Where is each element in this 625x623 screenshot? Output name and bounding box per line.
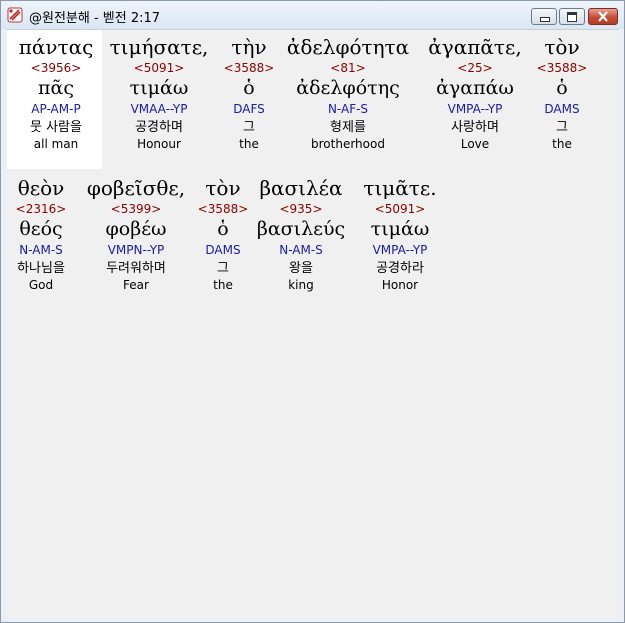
strong-number[interactable]: <5091>	[110, 62, 209, 76]
window-title: @원전분해 - 벧전 2:17	[29, 11, 161, 26]
english-gloss: king	[288, 278, 314, 292]
strong-number[interactable]: <25>	[428, 62, 521, 76]
greek-word: θεὸν	[17, 176, 65, 200]
morphology: N-AF-S	[327, 102, 369, 116]
greek-word: πάντας	[18, 35, 94, 59]
greek-word: ἀγαπᾶτε,	[428, 35, 522, 59]
english-gloss: Honour	[137, 137, 181, 151]
korean-gloss: 그	[217, 261, 229, 276]
english-gloss: the	[552, 137, 572, 151]
korean-gloss: 형제를	[330, 120, 366, 135]
close-button[interactable]	[588, 8, 618, 25]
lemma: βασιλεύς	[256, 218, 346, 240]
title-bar[interactable]: @원전분해 - 벧전 2:17	[1, 1, 624, 29]
word-block[interactable]: ἀδελφότητα <81> ἀδελφότης N-AF-S 형제를 bro…	[287, 37, 409, 152]
korean-gloss: 두려워하며	[106, 261, 166, 276]
word-block[interactable]: τιμᾶτε. <5091> τιμάω VMPA--YP 공경하라 Honor	[363, 178, 436, 293]
lemma: τιμάω	[129, 77, 189, 99]
lemma: ὁ	[556, 77, 568, 99]
greek-word: τὴν	[231, 35, 267, 59]
korean-gloss: 공경하며	[135, 120, 183, 135]
greek-word: ἀδελφότητα	[286, 35, 410, 59]
english-gloss: brotherhood	[311, 137, 385, 151]
morphology: VMPA--YP	[372, 243, 428, 257]
strong-number[interactable]: <5399>	[87, 203, 185, 217]
word-block[interactable]: τιμήσατε, <5091> τιμάω VMAA--YP 공경하며 Hon…	[110, 37, 209, 152]
english-gloss: Love	[460, 137, 490, 151]
morphology: AP-AM-P	[31, 102, 81, 116]
lemma: φοβέω	[105, 218, 167, 240]
lemma: ὁ	[217, 218, 229, 240]
maximize-icon	[567, 12, 577, 22]
greek-word: τιμᾶτε.	[363, 176, 437, 200]
greek-word: τὸν	[205, 176, 241, 200]
lemma: ὁ	[243, 77, 255, 99]
strong-number[interactable]: <2316>	[16, 203, 67, 217]
morphology: DAMS	[544, 102, 580, 116]
word-block[interactable]: φοβεῖσθε, <5399> φοβέω VMPN--YP 두려워하며 Fe…	[87, 178, 185, 293]
english-gloss: God	[28, 278, 54, 292]
korean-gloss: 그	[556, 120, 568, 135]
english-gloss: the	[239, 137, 259, 151]
strong-number[interactable]: <3956>	[19, 62, 94, 76]
korean-gloss: 공경하라	[376, 261, 424, 276]
morphology: N-AM-S	[19, 243, 63, 257]
morphology: VMPN--YP	[107, 243, 165, 257]
korean-gloss: 뭇 사람을	[30, 120, 82, 135]
lemma: θεός	[19, 218, 63, 240]
greek-word: τὸν	[544, 35, 580, 59]
strong-number[interactable]: <3588>	[537, 62, 588, 76]
word-block[interactable]: τὴν <3588> ὁ DAFS 그 the	[224, 37, 275, 152]
english-gloss: Fear	[123, 278, 149, 292]
korean-gloss: 그	[243, 120, 255, 135]
strong-number[interactable]: <3588>	[198, 203, 249, 217]
word-block[interactable]: ἀγαπᾶτε, <25> ἀγαπάω VMPA--YP 사랑하며 Love	[428, 37, 521, 152]
korean-gloss: 사랑하며	[451, 120, 499, 135]
english-gloss: all man	[33, 137, 79, 151]
english-gloss: the	[213, 278, 233, 292]
greek-word: φοβεῖσθε,	[86, 176, 186, 200]
morphology: N-AM-S	[279, 243, 323, 257]
morphology: DAMS	[205, 243, 241, 257]
strong-number[interactable]: <5091>	[363, 203, 436, 217]
word-block[interactable]: τὸν <3588> ὁ DAMS 그 the	[537, 37, 588, 152]
strong-number[interactable]: <935>	[257, 203, 345, 217]
word-block[interactable]: θεὸν <2316> θεός N-AM-S 하나님을 God	[16, 178, 67, 293]
word-block[interactable]: τὸν <3588> ὁ DAMS 그 the	[198, 178, 249, 293]
lemma: ἀδελφότης	[296, 77, 400, 99]
strong-number[interactable]: <81>	[287, 62, 409, 76]
korean-gloss: 왕을	[289, 261, 313, 276]
app-window: @원전분해 - 벧전 2:17 πάντας <3956> πᾶς AP-AM-…	[0, 0, 625, 623]
english-gloss: Honor	[381, 278, 419, 292]
morphology: DAFS	[233, 102, 265, 116]
app-icon	[7, 7, 23, 23]
lemma: πᾶς	[38, 77, 74, 99]
word-block[interactable]: πάντας <3956> πᾶς AP-AM-P 뭇 사람을 all man	[19, 37, 94, 152]
word-block[interactable]: βασιλέα <935> βασιλεύς N-AM-S 왕을 king	[257, 178, 345, 293]
strong-number[interactable]: <3588>	[224, 62, 275, 76]
minimize-button[interactable]	[531, 8, 557, 25]
close-icon	[598, 11, 608, 22]
maximize-button[interactable]	[559, 8, 585, 25]
lemma: τιμάω	[370, 218, 430, 240]
minimize-icon	[540, 17, 550, 22]
greek-word: βασιλέα	[259, 176, 343, 200]
korean-gloss: 하나님을	[17, 261, 65, 276]
morphology: VMPA--YP	[447, 102, 503, 116]
morphology: VMAA--YP	[130, 102, 188, 116]
greek-word: τιμήσατε,	[109, 35, 209, 59]
lemma: ἀγαπάω	[436, 77, 514, 99]
